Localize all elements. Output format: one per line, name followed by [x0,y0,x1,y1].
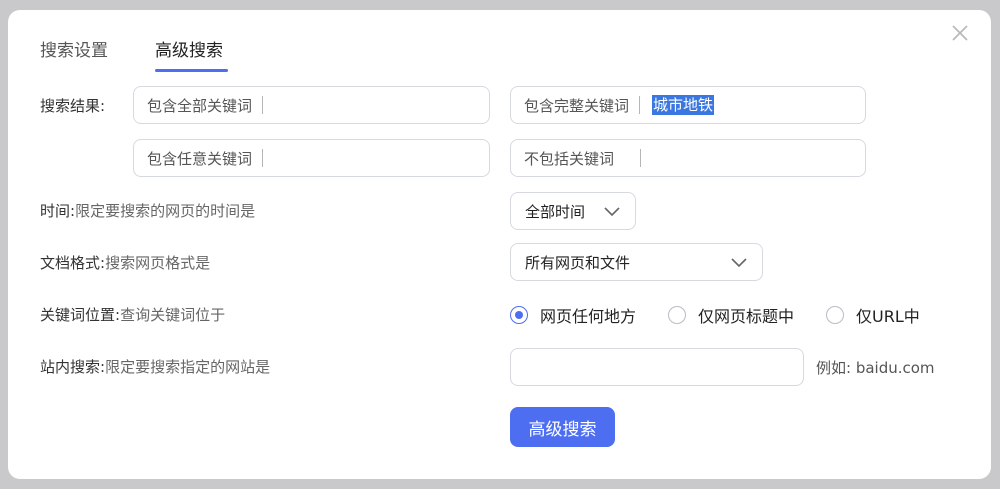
site-label: 站内搜索: [40,358,106,376]
time-row-label: 时间:限定要搜索的网页的时间是 [40,201,255,221]
search-results-label: 搜索结果: [40,97,106,115]
active-tab-indicator [155,69,228,72]
advanced-search-button[interactable]: 高级搜索 [510,407,615,447]
all-keywords-input[interactable]: 包含全部关键词 [133,86,490,124]
format-selected-value: 所有网页和文件 [525,253,631,272]
exact-keywords-placeholder: 包含完整关键词 [524,96,630,115]
position-description: 查询关键词位于 [120,306,226,324]
radio-checked-icon [510,306,528,324]
exclude-keywords-placeholder: 不包括关键词 [524,149,615,168]
chevron-down-icon [604,207,620,217]
tab-advanced-search[interactable]: 高级搜索 [155,39,223,63]
site-example-hint: 例如: baidu.com [816,359,935,377]
text-caret [639,96,641,114]
text-caret [640,149,642,167]
format-select[interactable]: 所有网页和文件 [510,243,763,281]
radio-unchecked-icon [668,306,687,324]
all-keywords-placeholder: 包含全部关键词 [147,96,253,115]
site-row-label: 站内搜索:限定要搜索指定的网站是 [40,357,270,377]
site-input[interactable] [510,348,804,386]
exclude-keywords-input[interactable]: 不包括关键词 [510,139,866,177]
radio-title-only-label: 仅网页标题中 [698,307,795,326]
format-description: 搜索网页格式是 [105,254,211,272]
radio-url-only[interactable]: 仅URL中 [826,303,920,327]
text-caret [262,96,264,114]
radio-url-only-label: 仅URL中 [856,307,920,326]
site-description: 限定要搜索指定的网站是 [105,358,271,376]
time-selected-value: 全部时间 [525,202,586,221]
time-select[interactable]: 全部时间 [510,192,636,230]
close-icon[interactable] [949,22,971,44]
time-label: 时间: [40,202,76,220]
exact-keywords-value: 城市地铁 [652,95,715,115]
position-label: 关键词位置: [40,306,121,324]
chevron-down-icon [731,258,747,268]
any-keywords-input[interactable]: 包含任意关键词 [133,139,490,177]
radio-unchecked-icon [826,306,845,324]
position-radio-group: 网页任何地方 仅网页标题中 仅URL中 [510,303,920,327]
exact-keywords-input[interactable]: 包含完整关键词 城市地铁 [510,86,866,124]
time-description: 限定要搜索的网页的时间是 [75,202,256,220]
radio-anywhere[interactable]: 网页任何地方 [510,303,636,327]
position-row-label: 关键词位置:查询关键词位于 [40,305,225,325]
format-label: 文档格式: [40,254,106,272]
format-row-label: 文档格式:搜索网页格式是 [40,253,210,273]
any-keywords-placeholder: 包含任意关键词 [147,149,253,168]
radio-title-only[interactable]: 仅网页标题中 [668,303,794,327]
text-caret [262,149,264,167]
tab-search-settings[interactable]: 搜索设置 [40,39,108,63]
radio-anywhere-label: 网页任何地方 [540,307,637,326]
advanced-search-dialog [8,10,991,479]
